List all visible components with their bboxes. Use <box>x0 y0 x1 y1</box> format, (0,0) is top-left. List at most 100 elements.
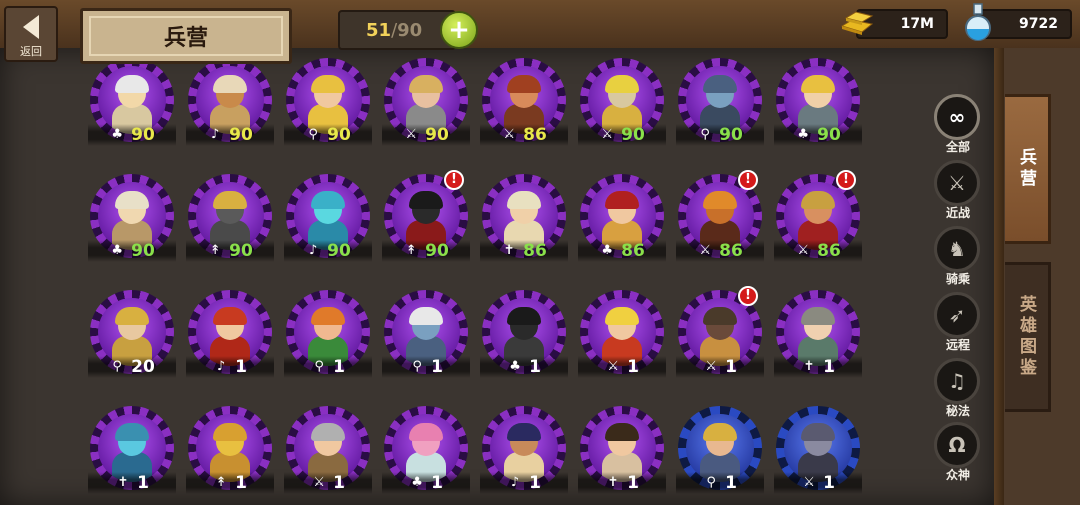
unit-card[interactable]: ⚔ 86! <box>770 168 866 264</box>
unit-card[interactable]: ✝ 1 <box>84 400 180 496</box>
unit-footer: ♣ 1 <box>382 472 470 494</box>
sword-icon: ⚔ <box>934 160 980 206</box>
unit-footer: ⚔ 1 <box>578 356 666 378</box>
unit-footer: ↟ 1 <box>186 472 274 494</box>
unit-card[interactable]: ⚲ 1 <box>280 284 376 380</box>
mystic-type-icon: ♪ <box>216 359 226 374</box>
unit-card[interactable]: ↟ 90 <box>182 168 278 264</box>
melee-type-icon: ⚔ <box>803 475 815 490</box>
unit-helmet <box>311 191 345 209</box>
unit-level: 1 <box>725 473 737 493</box>
melee-type-icon: ⚔ <box>797 243 809 258</box>
unit-helmet <box>311 307 345 325</box>
unit-card[interactable]: ⚲ 20 <box>84 284 180 380</box>
unit-card[interactable]: ⚔ 86 <box>476 52 572 148</box>
unit-card[interactable]: ⚔ 1 <box>574 284 670 380</box>
ranged-type-icon: ⚲ <box>700 127 710 142</box>
alert-badge-icon: ! <box>738 170 758 190</box>
unit-card[interactable]: ↟ 90! <box>378 168 474 264</box>
filter-infinity[interactable]: ∞ 全部 <box>932 94 984 156</box>
unit-card[interactable]: ⚲ 90 <box>280 52 376 148</box>
add-capacity-button[interactable]: + <box>440 11 478 49</box>
melee-type-icon: ⚔ <box>313 475 325 490</box>
unit-level: 1 <box>627 473 639 493</box>
unit-level: 86 <box>719 241 743 261</box>
unit-helmet <box>311 75 345 93</box>
unit-card[interactable]: ♪ 1 <box>182 284 278 380</box>
unit-helmet <box>409 191 443 209</box>
unit-card[interactable]: ♣ 1 <box>476 284 572 380</box>
unit-level: 90 <box>817 125 841 145</box>
unit-card[interactable]: ♣ 90 <box>84 52 180 148</box>
ranged-type-icon: ⚲ <box>308 127 318 142</box>
unit-footer: ✝ 1 <box>774 356 862 378</box>
unit-footer: ♪ 90 <box>186 124 274 146</box>
unit-level: 90 <box>621 125 645 145</box>
cavalry-type-icon: ♣ <box>111 243 123 258</box>
unit-card[interactable]: ⚔ 1 <box>770 400 866 496</box>
unit-footer: ⚲ 1 <box>676 472 764 494</box>
unit-footer: ⚔ 1 <box>774 472 862 494</box>
unit-level: 86 <box>523 125 547 145</box>
unit-helmet <box>115 307 149 325</box>
unit-footer: ✝ 1 <box>578 472 666 494</box>
unit-helmet <box>115 423 149 441</box>
filter-bow[interactable]: ➶ 远程 <box>932 292 984 354</box>
unit-card[interactable]: ✝ 1 <box>574 400 670 496</box>
cavalry-type-icon: ♣ <box>601 243 613 258</box>
melee-type-icon: ⚔ <box>607 359 619 374</box>
unit-card[interactable]: ♣ 90 <box>84 168 180 264</box>
unit-level: 1 <box>823 357 835 377</box>
unit-card[interactable]: ✝ 86 <box>476 168 572 264</box>
support-type-icon: ↟ <box>405 243 417 258</box>
filter-horse[interactable]: ♞ 骑乘 <box>932 226 984 288</box>
unit-helmet <box>605 191 639 209</box>
unit-level: 90 <box>425 241 449 261</box>
unit-helmet <box>409 75 443 93</box>
unit-helmet <box>605 307 639 325</box>
unit-level: 1 <box>333 473 345 493</box>
unit-level: 20 <box>131 357 155 377</box>
unit-card[interactable]: ♣ 90 <box>770 52 866 148</box>
holy-type-icon: ✝ <box>503 243 515 258</box>
tab-barracks[interactable]: 兵营 <box>1005 94 1051 244</box>
holy-type-icon: ✝ <box>803 359 815 374</box>
filter-label: 远程 <box>945 338 970 352</box>
filter-music-note[interactable]: ♫ 秘法 <box>932 358 984 420</box>
unit-level: 90 <box>131 241 155 261</box>
unit-card[interactable]: ⚲ 1 <box>672 400 768 496</box>
filter-omega[interactable]: Ω 众神 <box>932 422 984 484</box>
unit-level: 1 <box>529 473 541 493</box>
unit-card[interactable]: ⚔ 90 <box>574 52 670 148</box>
unit-card[interactable]: ⚔ 1 <box>280 400 376 496</box>
unit-card[interactable]: ⚔ 86! <box>672 168 768 264</box>
tab-hero-codex[interactable]: 英雄图鉴 <box>1005 262 1051 412</box>
unit-footer: ⚔ 1 <box>284 472 372 494</box>
unit-footer: ⚔ 90 <box>382 124 470 146</box>
unit-level: 90 <box>229 125 253 145</box>
back-button[interactable]: 返回 <box>4 6 58 62</box>
unit-helmet <box>507 191 541 209</box>
title-plaque: 兵营 <box>80 8 292 64</box>
cavalry-type-icon: ♣ <box>411 475 423 490</box>
unit-card[interactable]: ♪ 90 <box>280 168 376 264</box>
unit-card[interactable]: ⚔ 1! <box>672 284 768 380</box>
unit-helmet <box>213 191 247 209</box>
unit-card[interactable]: ♪ 1 <box>476 400 572 496</box>
unit-helmet <box>507 75 541 93</box>
unit-level: 1 <box>431 473 443 493</box>
unit-card[interactable]: ⚔ 90 <box>378 52 474 148</box>
alert-badge-icon: ! <box>836 170 856 190</box>
filter-sword[interactable]: ⚔ 近战 <box>932 160 984 222</box>
unit-card[interactable]: ↟ 1 <box>182 400 278 496</box>
unit-footer: ⚔ 1 <box>676 356 764 378</box>
unit-footer: ✝ 1 <box>88 472 176 494</box>
support-type-icon: ↟ <box>215 475 227 490</box>
unit-helmet <box>507 423 541 441</box>
unit-card[interactable]: ♪ 90 <box>182 52 278 148</box>
unit-card[interactable]: ✝ 1 <box>770 284 866 380</box>
unit-card[interactable]: ⚲ 90 <box>672 52 768 148</box>
unit-card[interactable]: ♣ 1 <box>378 400 474 496</box>
unit-card[interactable]: ♣ 86 <box>574 168 670 264</box>
unit-card[interactable]: ⚲ 1 <box>378 284 474 380</box>
